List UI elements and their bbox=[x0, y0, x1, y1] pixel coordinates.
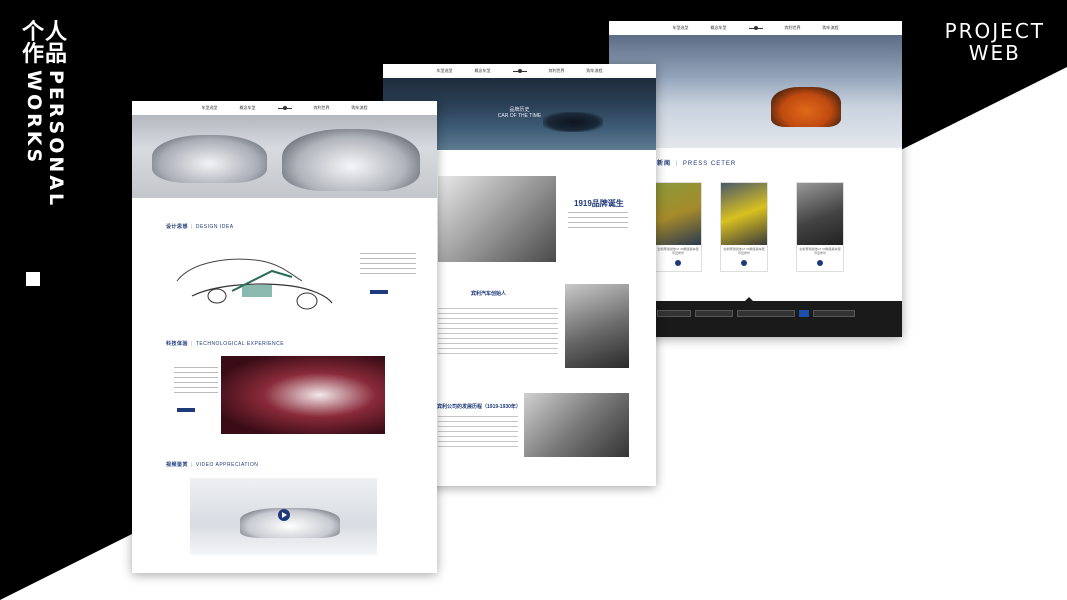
nav-item-world[interactable]: 宾利世界 bbox=[314, 105, 330, 111]
founder-photo bbox=[565, 284, 629, 368]
footer-submit-button[interactable] bbox=[799, 310, 809, 317]
bentley-logo-icon[interactable] bbox=[277, 105, 292, 111]
news-image bbox=[721, 183, 767, 245]
bentley-logo-icon[interactable] bbox=[512, 68, 527, 74]
side-title-en: PERSONAL WORKS bbox=[23, 70, 67, 209]
paragraph-lines bbox=[174, 367, 218, 395]
nav-item-purchase[interactable]: 购车流程 bbox=[823, 25, 839, 31]
nav-item-purchase[interactable]: 购车流程 bbox=[587, 68, 603, 74]
nav-item-concept[interactable]: 概念车型 bbox=[240, 105, 256, 111]
footer-pointer bbox=[745, 297, 753, 301]
more-button[interactable] bbox=[177, 408, 195, 412]
search-input[interactable] bbox=[813, 310, 855, 317]
section-title: 宾利汽车创始人 bbox=[471, 291, 507, 297]
bentley-logo-icon[interactable] bbox=[748, 25, 763, 31]
hero-car-right bbox=[282, 129, 420, 191]
section-title: 宾利公司的发展历程（1919-1930年） bbox=[437, 404, 521, 410]
nav-item-concept[interactable]: 概念车型 bbox=[475, 68, 491, 74]
hero-car-left bbox=[152, 135, 267, 183]
paragraph-lines bbox=[568, 212, 628, 232]
nav-bar: 车型选型 概念车型 宾利世界 购车流程 bbox=[609, 21, 902, 35]
history-photo bbox=[438, 176, 556, 262]
news-card[interactable]: 全新宾利欧陆GT V8敞篷版车型 尽显奢华 bbox=[720, 182, 768, 272]
hero-car bbox=[771, 87, 841, 127]
section-title-design: 设计思想 | DESIGN IDEA bbox=[166, 224, 234, 230]
paragraph-lines bbox=[438, 416, 518, 450]
section-title-tech: 科技体验 | TECHNOLOGICAL EXPERIENCE bbox=[166, 341, 285, 347]
nav-item-world[interactable]: 宾利世界 bbox=[549, 68, 565, 74]
video-car bbox=[240, 508, 340, 538]
nav-item-models[interactable]: 车型选型 bbox=[437, 68, 453, 74]
nav-item-world[interactable]: 宾利世界 bbox=[785, 25, 801, 31]
news-image bbox=[797, 183, 843, 245]
footer-input[interactable] bbox=[737, 310, 795, 317]
side-title-square bbox=[26, 272, 40, 286]
paragraph-lines bbox=[438, 308, 558, 358]
nav-item-models[interactable]: 车型选型 bbox=[673, 25, 689, 31]
play-icon[interactable] bbox=[278, 509, 290, 521]
news-card[interactable]: 全新宾利欧陆GT V8敞篷版车型 尽显奢华 bbox=[654, 182, 702, 272]
nav-item-concept[interactable]: 概念车型 bbox=[711, 25, 727, 31]
news-image bbox=[655, 183, 701, 245]
nav-bar: 车型选型 概念车型 宾利世界 购车流程 bbox=[383, 64, 656, 78]
design-sketch bbox=[176, 258, 333, 310]
news-card[interactable]: 全新宾利欧陆GT V8敞篷版车型 尽显奢华 bbox=[796, 182, 844, 272]
more-button[interactable] bbox=[370, 290, 388, 294]
side-title: 个人 作品 PERSONAL WORKS bbox=[22, 20, 69, 286]
news-more-button[interactable] bbox=[675, 260, 681, 266]
web-page-design: 车型选型 概念车型 宾利世界 购车流程 设计思想 | DESIGN IDEA 科技体… bbox=[132, 101, 437, 573]
news-caption: 全新宾利欧陆GT V8敞篷版车型 尽显奢华 bbox=[799, 247, 841, 255]
vintage-car-photo bbox=[524, 393, 629, 457]
side-title-cn: 个人 作品 bbox=[22, 20, 69, 67]
nav-item-purchase[interactable]: 购车流程 bbox=[352, 105, 368, 111]
video-player[interactable] bbox=[190, 478, 377, 555]
interior-image bbox=[221, 356, 385, 434]
nav-bar: 车型选型 概念车型 宾利世界 购车流程 bbox=[132, 101, 437, 115]
news-more-button[interactable] bbox=[741, 260, 747, 266]
year-title: 1919品牌诞生 bbox=[574, 199, 624, 208]
news-caption: 全新宾利欧陆GT V8敞篷版车型 尽显奢华 bbox=[723, 247, 765, 255]
footer-input[interactable] bbox=[695, 310, 733, 317]
hero-car bbox=[543, 112, 603, 132]
hero-image bbox=[132, 115, 437, 198]
news-more-button[interactable] bbox=[817, 260, 823, 266]
section-title-video: 视频鉴赏 | VIDEO APPRECIATION bbox=[166, 462, 259, 468]
news-caption: 全新宾利欧陆GT V8敞篷版车型 尽显奢华 bbox=[657, 247, 699, 255]
paragraph-lines bbox=[360, 253, 416, 277]
nav-item-models[interactable]: 车型选型 bbox=[202, 105, 218, 111]
footer-input[interactable] bbox=[657, 310, 691, 317]
project-label: PROJECT WEB bbox=[944, 19, 1045, 65]
